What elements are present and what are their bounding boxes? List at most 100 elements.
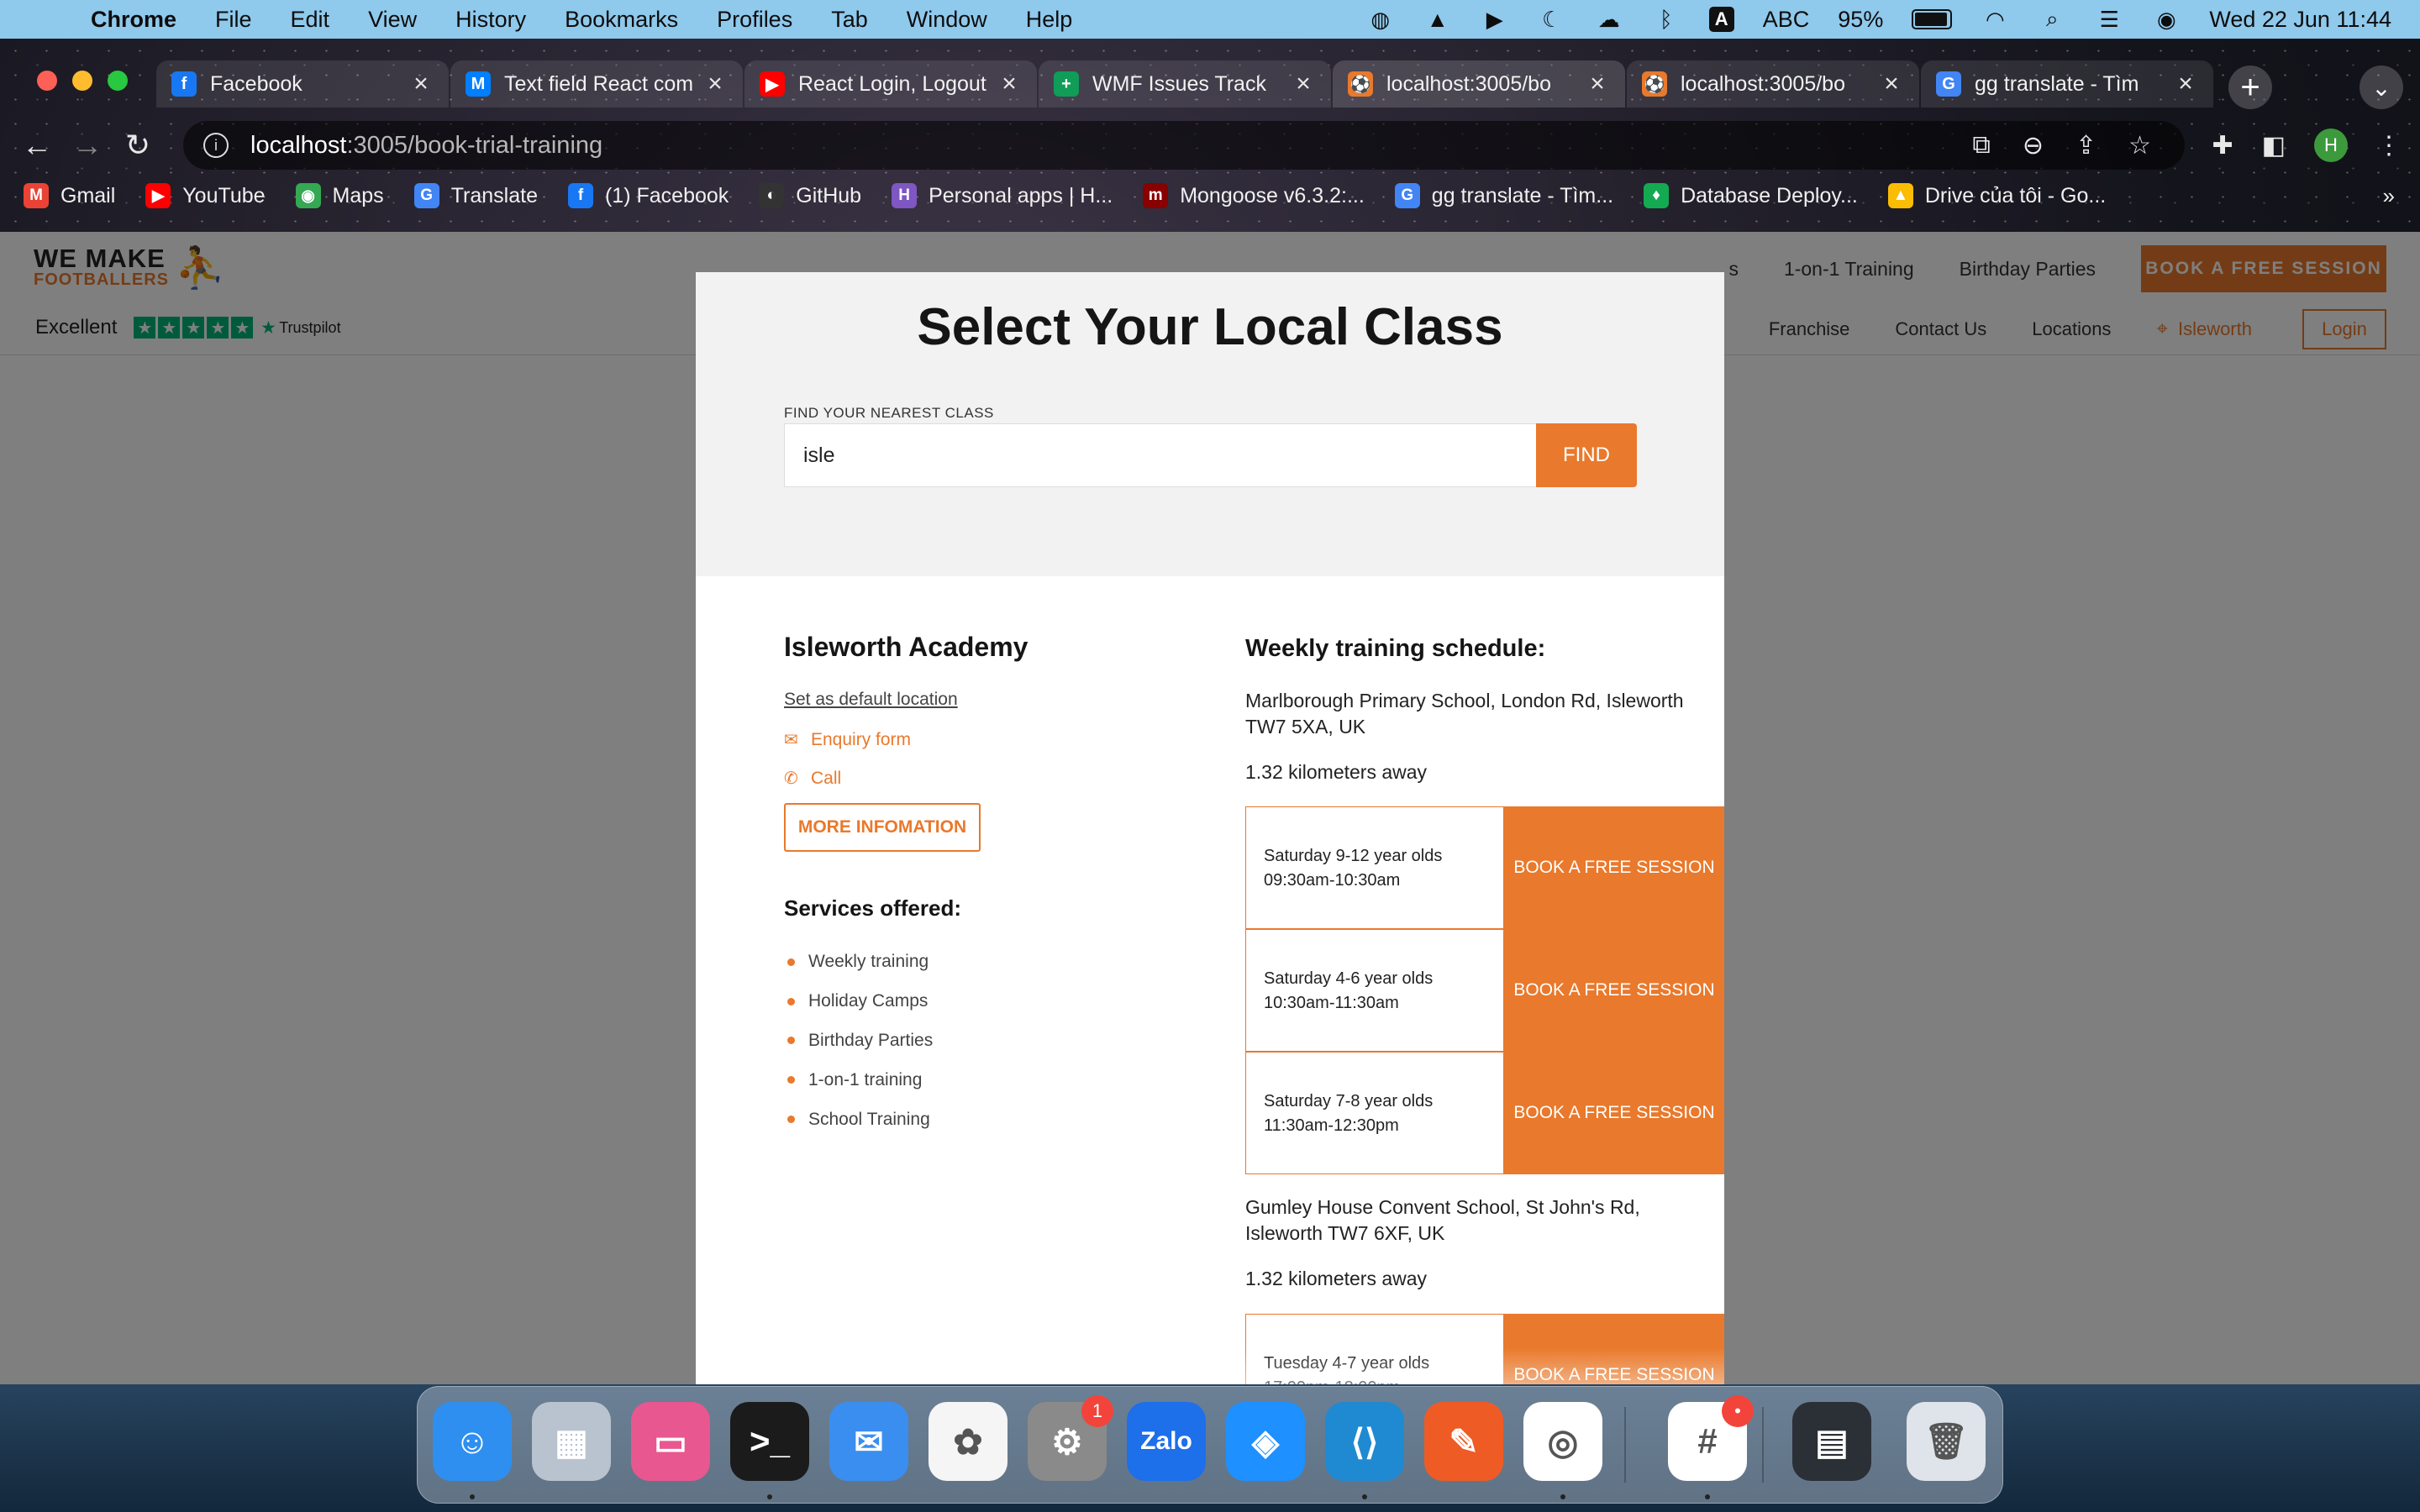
menu-help[interactable]: Help [1026,7,1073,33]
control-center-icon[interactable]: ☰ [2095,7,2123,32]
new-tab-button[interactable]: + [2228,66,2272,109]
bookmark-item[interactable]: m Mongoose v6.3.2:... [1143,183,1365,208]
moon-icon[interactable]: ☾ [1538,7,1566,32]
browser-tab[interactable]: f Facebook × [156,60,449,108]
translate-page-icon[interactable]: ⧉ [1972,131,1990,160]
safari-icon[interactable]: ◈ [1226,1402,1305,1481]
battery-percent[interactable]: 95% [1838,7,1883,33]
browser-tab[interactable]: ⚽ localhost:3005/bo × [1627,60,1919,108]
bluetooth-icon[interactable]: ᛒ [1652,7,1681,32]
mail-icon[interactable]: ✉ [829,1402,908,1481]
siri-icon[interactable]: ◉ [2152,7,2181,32]
photos-icon[interactable]: ✿ [929,1402,1007,1481]
set-default-location-link[interactable]: Set as default location [784,690,958,710]
vscode-icon[interactable]: ⟨⟩ [1325,1402,1404,1481]
bookmark-item[interactable]: f (1) Facebook [567,183,729,208]
bookmark-item[interactable]: G Translate [413,183,538,208]
bookmark-item[interactable]: ▶ YouTube [145,183,266,208]
menu-bookmarks[interactable]: Bookmarks [565,7,678,33]
tab-search-icon[interactable]: ⌄ [2360,66,2403,109]
side-panel-icon[interactable]: ◧ [2262,131,2286,160]
browser-tab[interactable]: ⚽ localhost:3005/bo × [1333,60,1625,108]
bullet-icon [787,1076,795,1084]
menu-edit[interactable]: Edit [291,7,330,33]
close-tab-icon[interactable]: × [408,70,434,98]
menu-history[interactable]: History [455,7,526,33]
system-preferences-icon[interactable]: ⚙ 1 [1028,1395,1113,1481]
screen-icon[interactable]: ▭ [631,1402,710,1481]
address-bar[interactable]: i localhost:3005/book-trial-training ⧉ ⊖… [183,121,2185,170]
site-info-icon[interactable]: i [203,133,229,158]
bookmark-item[interactable]: ▲ Drive của tôi - Go... [1887,183,2106,208]
close-tab-icon[interactable]: × [1291,70,1316,98]
window-preview-icon[interactable]: ▤ [1792,1402,1871,1481]
creative-cloud-icon[interactable]: ◍ [1366,7,1395,32]
list-item: Holiday Camps [784,982,933,1021]
find-button[interactable]: FIND [1536,423,1637,487]
bookmark-item[interactable]: M Gmail [24,183,115,208]
menu-file[interactable]: File [215,7,252,33]
chrome-icon[interactable]: ◎ [1523,1402,1602,1481]
bookmark-item[interactable]: ◐ GitHub [759,183,861,208]
book-session-button[interactable]: BOOK A FREE SESSION [1503,806,1724,929]
wifi-icon[interactable]: ◠ [1981,7,2009,32]
menu-window[interactable]: Window [907,7,987,33]
maximize-window-button[interactable] [108,71,128,91]
browser-tab[interactable]: + WMF Issues Track × [1039,60,1331,108]
tab-title: Facebook [210,71,302,96]
input-source-label[interactable]: ABC [1763,7,1810,33]
menu-app-name[interactable]: Chrome [91,7,176,33]
back-icon[interactable]: ← [12,128,62,163]
more-bookmarks-icon[interactable]: » [2383,183,2395,209]
slack-icon[interactable]: # • [1668,1395,1754,1481]
zalo-icon[interactable]: Zalo [1127,1402,1206,1481]
bookmark-item[interactable]: ◉ Maps [295,183,384,208]
terminal-icon[interactable]: >_ [730,1402,809,1481]
postman-icon[interactable]: ✎ [1424,1402,1503,1481]
launchpad-icon[interactable]: ▦ [532,1402,611,1481]
call-link[interactable]: ✆ Call [784,768,841,789]
browser-tab[interactable]: M Text field React com × [450,60,743,108]
close-tab-icon[interactable]: × [702,70,728,98]
bookmark-star-icon[interactable]: ☆ [2128,131,2151,160]
dock-separator [1624,1407,1626,1483]
notification-icon[interactable]: ▲ [1423,7,1452,32]
minimize-window-button[interactable] [72,71,92,91]
forward-icon[interactable]: → [62,128,113,163]
menu-profiles[interactable]: Profiles [717,7,792,33]
share-icon[interactable]: ⇪ [2075,131,2096,160]
menu-view[interactable]: View [368,7,417,33]
mui-icon: M [466,71,491,97]
more-information-button[interactable]: MORE INFOMATION [784,803,981,852]
book-session-button[interactable]: BOOK A FREE SESSION [1503,929,1724,1052]
bookmark-item[interactable]: Ggg translate - Tìm... [1394,183,1613,208]
profile-avatar[interactable]: H [2314,129,2348,162]
play-icon[interactable]: ▶ [1481,7,1509,32]
book-session-button[interactable]: BOOK A FREE SESSION [1503,1052,1724,1174]
bookmark-item[interactable]: ♦ Database Deploy... [1644,183,1858,208]
zoom-icon[interactable]: ⊖ [2023,131,2044,160]
bookmark-item[interactable]: H Personal apps | H... [892,183,1113,208]
finder-icon[interactable]: ☺ [433,1402,512,1481]
close-window-button[interactable] [37,71,57,91]
spotlight-icon[interactable]: ⌕ [2038,6,2066,32]
trash-icon[interactable]: 🗑 [1907,1402,1986,1481]
close-tab-icon[interactable]: × [2173,70,2198,98]
extensions-icon[interactable]: ✚ [2212,131,2233,160]
browser-tab[interactable]: ▶ React Login, Logout × [744,60,1037,108]
reload-icon[interactable]: ↻ [113,128,163,163]
close-tab-icon[interactable]: × [1585,70,1610,98]
close-tab-icon[interactable]: × [1879,70,1904,98]
bullet-icon [787,997,795,1005]
chrome-menu-icon[interactable]: ⋮ [2376,131,2402,160]
cloud-icon[interactable]: ☁ [1595,7,1623,32]
menu-tab[interactable]: Tab [831,7,868,33]
browser-tab[interactable]: Ggg translate - Tìm × [1921,60,2213,108]
battery-icon[interactable] [1912,9,1953,29]
input-source-icon[interactable]: A [1708,7,1734,32]
clock[interactable]: Wed 22 Jun 11:44 [2209,7,2391,33]
location-search-input[interactable]: isle [784,423,1559,487]
close-tab-icon[interactable]: × [997,70,1022,98]
dock-separator [1762,1407,1764,1483]
enquiry-form-link[interactable]: ✉ Enquiry form [784,729,911,750]
